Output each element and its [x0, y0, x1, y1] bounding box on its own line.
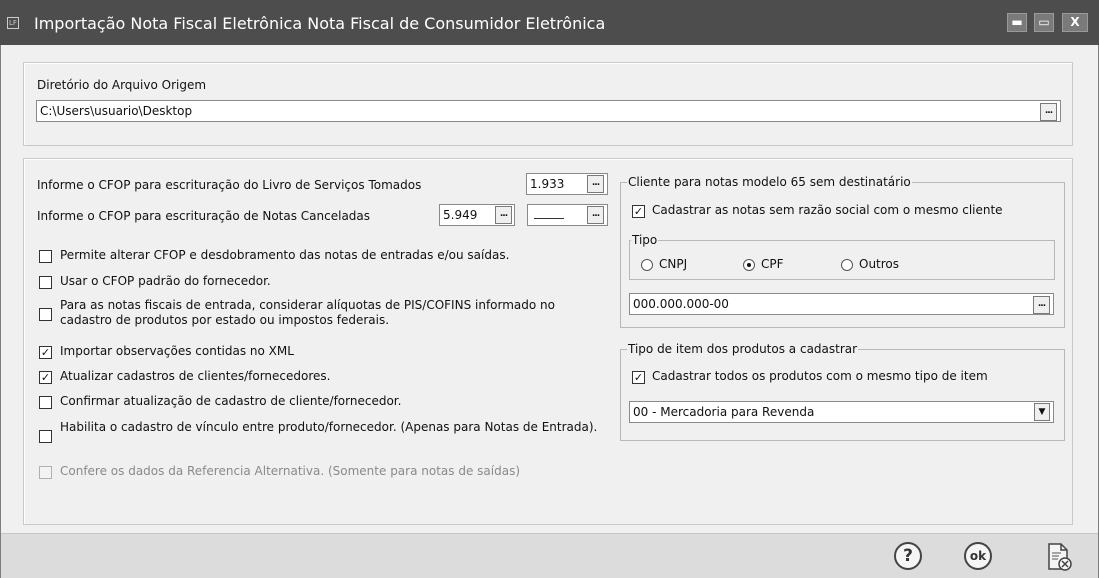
- tipo-group: Tipo CNPJ CPF Outros: [629, 233, 1055, 280]
- cfop-canceled-second-browse-button[interactable]: ...: [587, 206, 604, 224]
- option-supplier-cfop-label: Usar o CFOP padrão do fornecedor.: [60, 274, 271, 288]
- client-document-input[interactable]: 000.000.000-00: [629, 293, 1054, 315]
- option-allow-change-cfop-checkbox[interactable]: [39, 250, 52, 263]
- option-alternative-reference-label: Confere os dados da Referencia Alternati…: [60, 464, 520, 478]
- source-directory-input[interactable]: C:\Users\usuario\Desktop: [36, 100, 1061, 122]
- source-directory-browse-button[interactable]: ...: [1040, 103, 1057, 121]
- tipo-outros-radio[interactable]: [841, 259, 853, 271]
- tipo-cnpj-radio[interactable]: [641, 259, 653, 271]
- cfop-services-label: Informe o CFOP para escrituração do Livr…: [37, 178, 422, 192]
- option-pis-cofins-checkbox[interactable]: [39, 308, 52, 321]
- option-import-xml-notes-checkbox[interactable]: ✓: [39, 346, 52, 359]
- option-import-xml-notes-label: Importar observações contidas no XML: [60, 344, 294, 358]
- option-confirm-update-checkbox[interactable]: [39, 396, 52, 409]
- close-button[interactable]: X: [1062, 13, 1088, 32]
- cfop-canceled-second-underline: [534, 218, 564, 219]
- tipo-group-legend: Tipo: [631, 233, 659, 247]
- product-type-select[interactable]: 00 - Mercadoria para Revenda: [629, 401, 1054, 423]
- option-product-supplier-link-checkbox[interactable]: [39, 430, 52, 443]
- app-icon: LF: [7, 17, 19, 29]
- same-client-checkbox[interactable]: ✓: [632, 205, 645, 218]
- same-product-type-label: Cadastrar todos os produtos com o mesmo …: [652, 369, 988, 383]
- document-cancel-icon: [1048, 543, 1072, 571]
- window-client-area: Diretório do Arquivo Origem C:\Users\usu…: [0, 45, 1099, 578]
- product-type-group-legend: Tipo de item dos produtos a cadastrar: [627, 342, 859, 356]
- option-alternative-reference-checkbox[interactable]: [39, 466, 52, 479]
- minimize-button[interactable]: ▬: [1007, 13, 1027, 32]
- tipo-cpf-radio[interactable]: [743, 259, 755, 271]
- same-client-label: Cadastrar as notas sem razão social com …: [652, 203, 1003, 217]
- cfop-canceled-label: Informe o CFOP para escrituração de Nota…: [37, 209, 371, 223]
- maximize-button[interactable]: ▭: [1034, 13, 1054, 32]
- ok-button[interactable]: ok: [964, 542, 992, 570]
- same-product-type-checkbox[interactable]: ✓: [632, 371, 645, 384]
- product-type-group: Tipo de item dos produtos a cadastrar ✓ …: [620, 342, 1065, 441]
- title-bar: LF Importação Nota Fiscal Eletrônica Not…: [0, 0, 1099, 45]
- source-directory-label: Diretório do Arquivo Origem: [37, 78, 207, 92]
- cfop-canceled-browse-button[interactable]: ...: [495, 206, 512, 224]
- cfop-services-browse-button[interactable]: ...: [587, 175, 604, 193]
- tipo-cnpj-label: CNPJ: [659, 257, 688, 271]
- client-document-browse-button[interactable]: ...: [1033, 296, 1050, 314]
- option-allow-change-cfop-label: Permite alterar CFOP e desdobramento das…: [60, 248, 510, 262]
- tipo-cpf-label: CPF: [761, 257, 784, 271]
- cancel-button[interactable]: [1045, 542, 1073, 571]
- option-supplier-cfop-checkbox[interactable]: [39, 276, 52, 289]
- client-group-legend: Cliente para notas modelo 65 sem destina…: [627, 175, 912, 189]
- help-button[interactable]: ?: [894, 542, 922, 570]
- option-confirm-update-label: Confirmar atualização de cadastro de cli…: [60, 394, 402, 408]
- option-update-clients-label: Atualizar cadastros de clientes/forneced…: [60, 369, 331, 383]
- source-directory-panel: Diretório do Arquivo Origem C:\Users\usu…: [23, 62, 1073, 146]
- footer-bar: ? ok: [1, 533, 1098, 578]
- option-update-clients-checkbox[interactable]: ✓: [39, 371, 52, 384]
- client-group: Cliente para notas modelo 65 sem destina…: [620, 175, 1065, 328]
- options-panel: Informe o CFOP para escrituração do Livr…: [23, 158, 1073, 525]
- tipo-outros-label: Outros: [859, 257, 900, 271]
- product-type-dropdown-arrow[interactable]: ▼: [1034, 403, 1050, 421]
- option-pis-cofins-label: Para as notas fiscais de entrada, consid…: [60, 298, 555, 327]
- option-product-supplier-link-label: Habilita o cadastro de vínculo entre pro…: [60, 420, 598, 434]
- window-title: Importação Nota Fiscal Eletrônica Nota F…: [34, 14, 606, 33]
